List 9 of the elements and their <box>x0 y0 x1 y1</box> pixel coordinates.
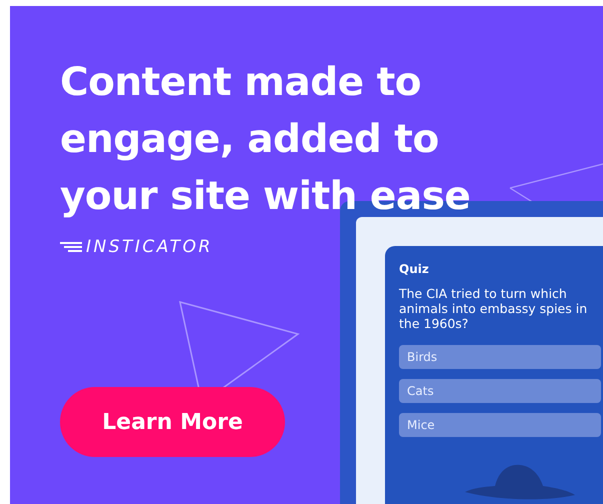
headline: Content made to engage, added to your site with ease <box>60 59 472 221</box>
answer-option[interactable]: Cats <box>399 379 601 403</box>
speed-lines-icon <box>60 241 84 253</box>
answer-option[interactable]: Birds <box>399 345 601 369</box>
answer-option[interactable]: Mice <box>399 413 601 437</box>
brand-logo: INSTICATOR <box>86 237 213 257</box>
quiz-question: The CIA tried to turn which animals into embassy spies in the 1960s? <box>399 286 588 331</box>
quiz-title: Quiz <box>399 262 430 276</box>
learn-more-button[interactable]: Learn More <box>60 387 285 457</box>
